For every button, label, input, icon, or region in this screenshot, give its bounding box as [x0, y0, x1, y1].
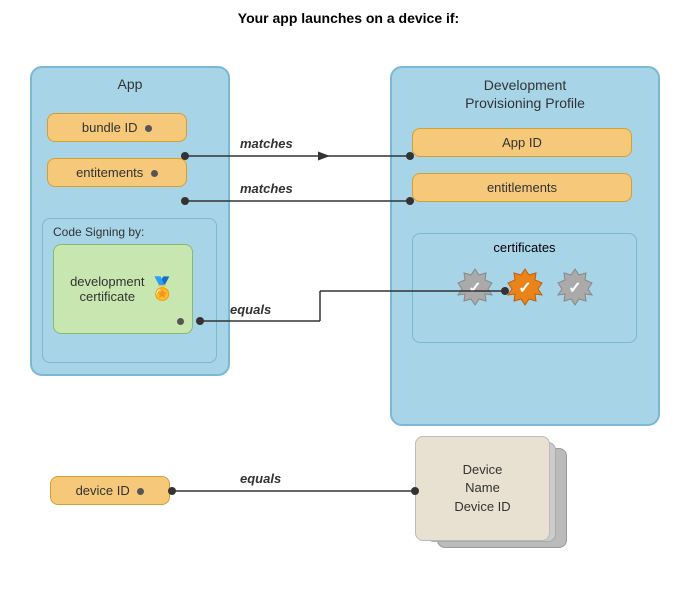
- bundle-id-box: bundle ID: [47, 113, 187, 142]
- device-front-line2: Name: [465, 479, 500, 497]
- cert-orange-icon: ✓: [505, 267, 545, 307]
- certs-area: certificates ✓ ✓: [412, 233, 637, 343]
- device-front-line1: Device: [463, 461, 503, 479]
- code-signing-title: Code Signing by:: [43, 219, 216, 241]
- code-signing-area: Code Signing by: developmentcertificate …: [42, 218, 217, 363]
- device-id-dot: [137, 488, 144, 495]
- svg-text:✓: ✓: [568, 280, 581, 297]
- matches1-label: matches: [240, 136, 293, 151]
- dev-cert-dot: [177, 318, 184, 325]
- entitlements-dot: [151, 170, 158, 177]
- entitlements-box: entitements: [47, 158, 187, 187]
- app-box-title: App: [32, 68, 228, 96]
- page-title: Your app launches on a device if:: [0, 0, 697, 26]
- cert-gray-icon: ✓: [455, 267, 495, 307]
- equals2-label: equals: [240, 471, 281, 486]
- dev-cert-text: developmentcertificate: [70, 274, 144, 304]
- cert-icons: ✓ ✓ ✓: [413, 259, 636, 307]
- checkmark-icon: 🏅: [149, 276, 176, 302]
- device-front-line3: Device ID: [454, 498, 510, 516]
- svg-text:✓: ✓: [468, 280, 481, 297]
- diagram-container: App bundle ID entitements Code Signing b…: [0, 36, 697, 576]
- cert-gray2-icon: ✓: [555, 267, 595, 307]
- device-front: Device Name Device ID: [415, 436, 550, 541]
- bundle-id-dot: [145, 125, 152, 132]
- app-box: App bundle ID entitements Code Signing b…: [30, 66, 230, 376]
- profile-box: DevelopmentProvisioning Profile App ID e…: [390, 66, 660, 426]
- svg-text:✓: ✓: [518, 280, 531, 297]
- device-id-box: device ID: [50, 476, 170, 505]
- dev-cert-box: developmentcertificate 🏅: [53, 244, 193, 334]
- matches2-label: matches: [240, 181, 293, 196]
- equals1-label: equals: [230, 302, 271, 317]
- certs-title: certificates: [413, 234, 636, 259]
- app-id-box: App ID: [412, 128, 632, 157]
- profile-entitlements-box: entitlements: [412, 173, 632, 202]
- profile-box-title: DevelopmentProvisioning Profile: [392, 68, 658, 116]
